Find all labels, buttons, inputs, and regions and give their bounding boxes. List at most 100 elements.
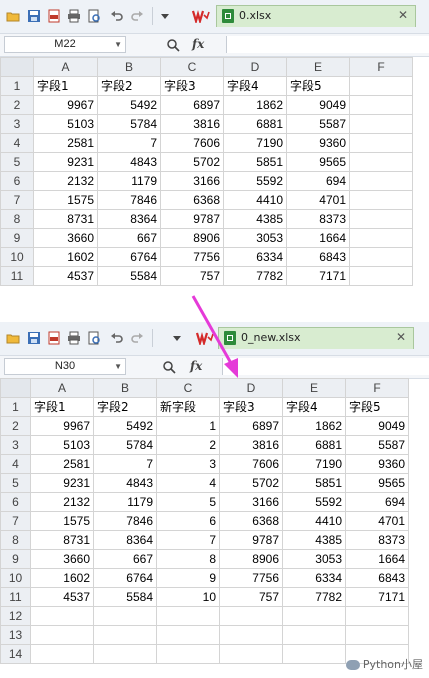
save-icon[interactable] (27, 9, 41, 23)
name-box[interactable]: M22 ▼ (4, 36, 126, 53)
table-cell[interactable]: 5592 (223, 171, 287, 191)
table-cell[interactable]: 7171 (345, 587, 409, 607)
table-cell[interactable]: 4537 (30, 587, 94, 607)
table-cell[interactable]: 9787 (160, 209, 224, 229)
table-cell[interactable]: 1664 (345, 549, 409, 569)
table-cell[interactable]: 6334 (223, 247, 287, 267)
export-pdf-icon[interactable] (47, 9, 61, 23)
row-header[interactable]: 5 (0, 152, 34, 172)
table-cell[interactable]: 4385 (223, 209, 287, 229)
table-cell[interactable]: 8364 (93, 530, 157, 550)
table-cell[interactable]: 8906 (219, 549, 283, 569)
table-cell[interactable] (30, 606, 94, 626)
table-cell[interactable]: 3053 (223, 228, 287, 248)
table-cell[interactable]: 667 (97, 228, 161, 248)
table-cell[interactable]: 9049 (345, 416, 409, 436)
zoom-search-icon[interactable] (166, 38, 180, 52)
table-cell[interactable]: 1862 (223, 95, 287, 115)
table-cell[interactable]: 2 (156, 435, 220, 455)
table-cell[interactable]: 667 (93, 549, 157, 569)
column-header[interactable]: A (30, 378, 94, 398)
table-cell[interactable]: 3660 (33, 228, 98, 248)
table-cell[interactable]: 8364 (97, 209, 161, 229)
table-cell[interactable]: 7190 (223, 133, 287, 153)
column-header[interactable]: B (97, 57, 161, 77)
row-header[interactable]: 3 (0, 114, 34, 134)
table-cell[interactable]: 2132 (33, 171, 98, 191)
table-cell[interactable]: 9231 (33, 152, 98, 172)
zoom-search-icon[interactable] (162, 360, 176, 374)
table-cell[interactable]: 3816 (219, 435, 283, 455)
row-header[interactable]: 11 (0, 587, 31, 607)
table-cell[interactable]: 3166 (160, 171, 224, 191)
table-cell[interactable]: 694 (286, 171, 350, 191)
column-header[interactable]: C (160, 57, 224, 77)
table-cell[interactable]: 1179 (93, 492, 157, 512)
table-cell[interactable]: 1179 (97, 171, 161, 191)
table-cell[interactable]: 694 (345, 492, 409, 512)
row-header[interactable]: 4 (0, 454, 31, 474)
table-cell[interactable]: 3 (156, 454, 220, 474)
folder-icon[interactable] (6, 331, 20, 345)
table-cell[interactable]: 4410 (223, 190, 287, 210)
table-cell[interactable] (349, 190, 413, 210)
row-header[interactable]: 3 (0, 435, 31, 455)
table-cell[interactable] (349, 247, 413, 267)
file-tab[interactable]: 0_new.xlsx ✕ (218, 327, 414, 349)
table-cell[interactable] (156, 625, 220, 645)
table-cell[interactable] (30, 625, 94, 645)
table-cell[interactable]: 8731 (33, 209, 98, 229)
table-cell[interactable] (93, 644, 157, 664)
table-cell[interactable]: 9231 (30, 473, 94, 493)
header-cell[interactable]: 字段5 (345, 397, 409, 417)
print-preview-icon[interactable] (87, 331, 101, 345)
table-cell[interactable]: 5587 (286, 114, 350, 134)
table-cell[interactable] (349, 114, 413, 134)
table-cell[interactable]: 2581 (33, 133, 98, 153)
insert-function-button[interactable]: fx (190, 359, 202, 373)
table-cell[interactable]: 5103 (30, 435, 94, 455)
table-cell[interactable]: 3166 (219, 492, 283, 512)
table-cell[interactable] (349, 133, 413, 153)
table-cell[interactable]: 3053 (282, 549, 346, 569)
table-cell[interactable]: 7171 (286, 266, 350, 286)
row-header[interactable]: 2 (0, 95, 34, 115)
row-header[interactable]: 10 (0, 247, 34, 267)
row-header[interactable]: 7 (0, 190, 34, 210)
table-cell[interactable]: 5584 (93, 587, 157, 607)
table-cell[interactable]: 6843 (345, 568, 409, 588)
table-cell[interactable] (282, 625, 346, 645)
table-cell[interactable]: 3816 (160, 114, 224, 134)
print-icon[interactable] (67, 9, 81, 23)
table-cell[interactable]: 6334 (282, 568, 346, 588)
column-header[interactable]: B (93, 378, 157, 398)
table-cell[interactable] (349, 95, 413, 115)
row-header[interactable]: 9 (0, 228, 34, 248)
redo-icon[interactable] (130, 331, 144, 345)
undo-icon[interactable] (110, 331, 124, 345)
print-preview-icon[interactable] (87, 9, 101, 23)
row-header[interactable]: 7 (0, 511, 31, 531)
row-header[interactable]: 1 (0, 397, 31, 417)
save-icon[interactable] (27, 331, 41, 345)
table-cell[interactable]: 5 (156, 492, 220, 512)
table-cell[interactable] (282, 606, 346, 626)
column-header[interactable]: E (286, 57, 350, 77)
row-header[interactable]: 1 (0, 76, 34, 96)
table-cell[interactable]: 7756 (160, 247, 224, 267)
table-cell[interactable]: 7756 (219, 568, 283, 588)
header-cell[interactable]: 字段2 (97, 76, 161, 96)
table-cell[interactable]: 6843 (286, 247, 350, 267)
table-cell[interactable]: 7846 (97, 190, 161, 210)
table-cell[interactable]: 4843 (97, 152, 161, 172)
column-header[interactable]: C (156, 378, 220, 398)
column-header[interactable]: D (223, 57, 287, 77)
table-cell[interactable]: 9565 (345, 473, 409, 493)
table-cell[interactable] (219, 625, 283, 645)
table-cell[interactable]: 7846 (93, 511, 157, 531)
select-all-corner[interactable] (0, 378, 31, 398)
table-cell[interactable] (156, 606, 220, 626)
table-cell[interactable]: 4 (156, 473, 220, 493)
table-cell[interactable]: 1 (156, 416, 220, 436)
name-box-dropdown-icon[interactable]: ▼ (114, 359, 122, 374)
